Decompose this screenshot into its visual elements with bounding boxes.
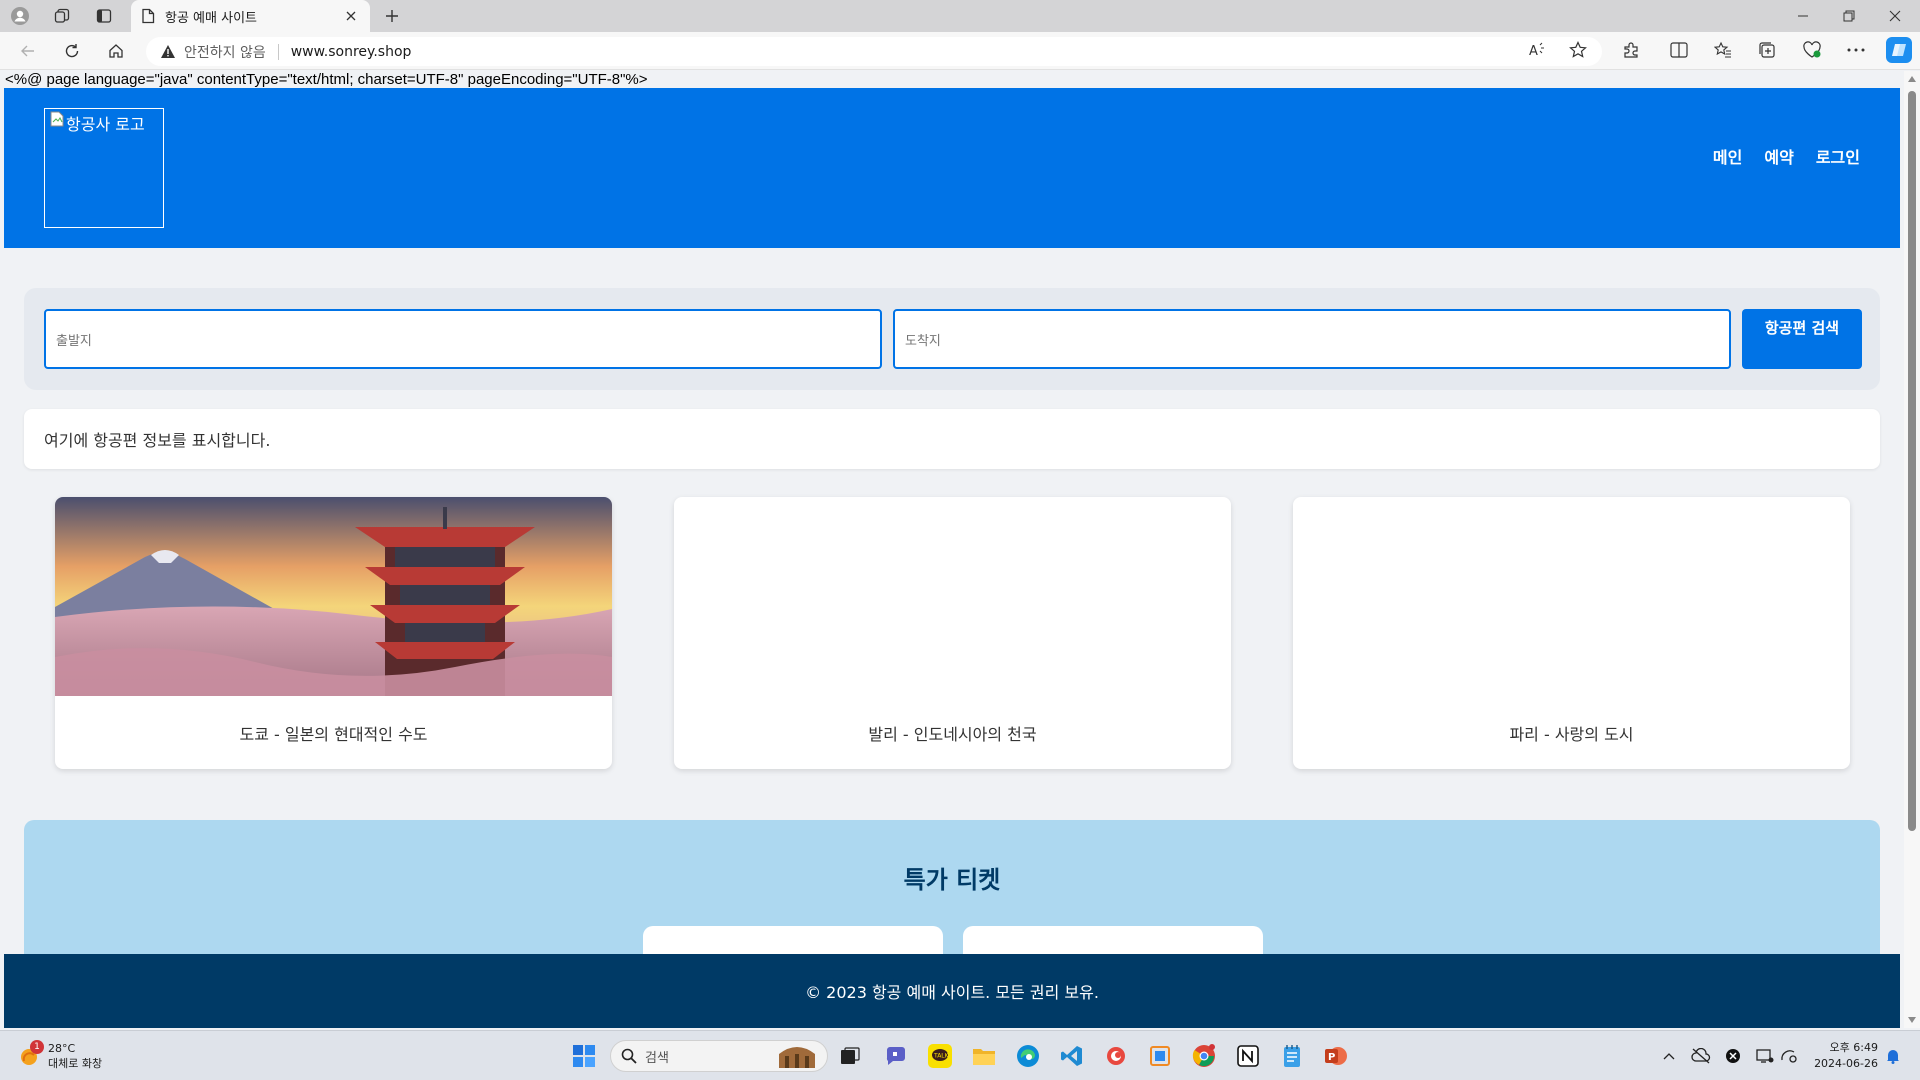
snipping-tool-icon[interactable] [1144, 1040, 1176, 1072]
new-tab-icon[interactable] [380, 4, 404, 28]
svg-text:A: A [1529, 44, 1538, 58]
display-icon[interactable] [1754, 1044, 1776, 1068]
flight-info-panel: 여기에 항공편 정보를 표시합니다. [24, 409, 1880, 469]
browser-title-bar: 항공 예매 사이트 [0, 0, 1920, 32]
vertical-tabs-icon[interactable] [92, 4, 116, 28]
scroll-up-icon[interactable] [1908, 76, 1916, 82]
app-swirl-icon[interactable] [1100, 1040, 1132, 1072]
nav-link-reservation[interactable]: 예약 [1764, 144, 1793, 168]
start-windows-icon[interactable] [568, 1040, 600, 1072]
search-flights-button[interactable]: 항공편 검색 [1742, 309, 1862, 369]
close-window-icon[interactable] [1872, 0, 1918, 32]
collections-icon[interactable] [1754, 37, 1780, 63]
notification-bell-icon[interactable] [1882, 1044, 1904, 1068]
nav-link-main[interactable]: 메인 [1713, 144, 1742, 168]
search-icon [621, 1048, 637, 1064]
minimize-icon[interactable] [1780, 0, 1826, 32]
destination-caption: 파리 - 사랑의 도시 [1509, 724, 1634, 744]
warning-icon[interactable] [160, 44, 176, 59]
vscode-icon[interactable] [1056, 1040, 1088, 1072]
main-nav: 메인 예약 로그인 [1713, 144, 1860, 168]
address-bar[interactable]: 안전하지 않음 www.sonrey.shop [146, 37, 1602, 66]
svg-text:TALK: TALK [933, 1053, 950, 1060]
favorites-icon[interactable] [1710, 37, 1736, 63]
page-viewport: <%@ page language="java" contentType="te… [0, 71, 1904, 1028]
chrome-icon[interactable] [1188, 1040, 1220, 1072]
page-icon [141, 8, 155, 24]
split-screen-icon[interactable] [1666, 37, 1692, 63]
onedrive-offline-icon[interactable] [1690, 1044, 1712, 1068]
show-hidden-icons-chevron-icon[interactable] [1658, 1044, 1680, 1068]
destination-card-tokyo[interactable]: 도쿄 - 일본의 현대적인 수도 [55, 497, 612, 769]
browser-essentials-icon[interactable] [1799, 37, 1825, 63]
broken-image-icon [50, 111, 64, 127]
app-error-icon[interactable] [1722, 1044, 1744, 1068]
more-options-icon[interactable] [1843, 37, 1869, 63]
network-volume-icon[interactable] [1778, 1044, 1800, 1068]
scroll-down-icon[interactable] [1908, 1017, 1916, 1023]
origin-input[interactable]: 출발지 [44, 309, 882, 369]
nav-link-login[interactable]: 로그인 [1816, 144, 1860, 168]
workspaces-icon[interactable] [50, 4, 74, 28]
weather-widget[interactable]: 1 28°C 대체로 화창 [18, 1040, 103, 1071]
favorite-star-icon[interactable] [1565, 37, 1591, 63]
security-label[interactable]: 안전하지 않음 [184, 42, 266, 62]
back-icon[interactable] [14, 38, 42, 64]
taskbar-search[interactable]: 검색 [610, 1040, 828, 1072]
search-highlight-icon [775, 1044, 819, 1068]
system-clock[interactable]: 오후 6:49 2024-06-26 [1808, 1040, 1878, 1072]
kakaotalk-icon[interactable]: TALK [924, 1040, 956, 1072]
close-tab-icon[interactable] [342, 7, 360, 25]
file-explorer-icon[interactable] [968, 1040, 1000, 1072]
copilot-icon[interactable] [1886, 37, 1912, 63]
tokyo-pagoda-image [55, 497, 612, 696]
profile-icon[interactable] [8, 4, 32, 28]
notion-icon[interactable] [1232, 1040, 1264, 1072]
raw-jsp-directive: <%@ page language="java" contentType="te… [5, 71, 648, 88]
weather-badge: 1 [30, 1040, 44, 1054]
url-divider [277, 43, 279, 60]
scrollbar-thumb[interactable] [1908, 91, 1916, 831]
destination-input[interactable]: 도착지 [893, 309, 1731, 369]
airline-logo-broken-image[interactable]: 항공사 로고 [44, 108, 164, 228]
weather-sun-icon: 1 [18, 1040, 44, 1067]
read-aloud-icon[interactable]: A [1525, 37, 1551, 63]
site-header: 항공사 로고 메인 예약 로그인 [4, 88, 1900, 248]
windows-taskbar: 1 28°C 대체로 화창 검색 TALK P 오후 6:49 2024-06-… [0, 1030, 1920, 1080]
browser-toolbar: 안전하지 않음 www.sonrey.shop A [0, 32, 1920, 70]
destination-card-paris[interactable]: 파리 - 사랑의 도시 [1293, 497, 1850, 769]
edge-browser-icon[interactable] [1012, 1040, 1044, 1072]
extensions-icon[interactable] [1618, 37, 1644, 63]
teams-chat-icon[interactable] [880, 1040, 912, 1072]
deals-heading: 특가 티켓 [903, 866, 1001, 894]
restore-icon[interactable] [1826, 0, 1872, 32]
refresh-icon[interactable] [58, 38, 86, 64]
search-placeholder: 검색 [645, 1050, 669, 1066]
tab-title: 항공 예매 사이트 [165, 10, 257, 26]
home-icon[interactable] [102, 38, 130, 64]
weather-temperature: 28°C [48, 1042, 76, 1055]
clock-date: 2024-06-26 [1814, 1057, 1878, 1070]
special-deals-section: 특가 티켓 [24, 820, 1880, 986]
destination-card-bali[interactable]: 발리 - 인도네시아의 천국 [674, 497, 1231, 769]
notepad-icon[interactable] [1276, 1040, 1308, 1072]
flight-search-section: 출발지 도착지 항공편 검색 [24, 288, 1880, 390]
page-scrollbar[interactable] [1904, 71, 1920, 1028]
url-text[interactable]: www.sonrey.shop [291, 44, 412, 60]
site-footer: © 2023 항공 예매 사이트. 모든 권리 보유. [4, 954, 1900, 1028]
task-view-icon[interactable] [834, 1040, 866, 1072]
clock-time: 오후 6:49 [1829, 1041, 1878, 1054]
logo-alt-text: 항공사 로고 [66, 115, 145, 134]
powerpoint-icon[interactable]: P [1320, 1040, 1352, 1072]
active-tab[interactable]: 항공 예매 사이트 [131, 0, 370, 32]
destination-caption: 발리 - 인도네시아의 천국 [868, 724, 1037, 744]
svg-text:P: P [1328, 1052, 1335, 1063]
destination-caption: 도쿄 - 일본의 현대적인 수도 [239, 724, 428, 744]
weather-description: 대체로 화창 [48, 1057, 103, 1070]
